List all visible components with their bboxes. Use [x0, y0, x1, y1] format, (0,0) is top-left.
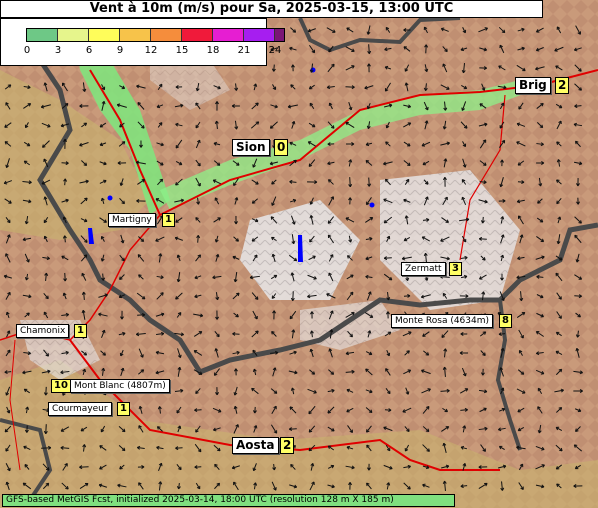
place-value-monte-rosa: 8 [499, 314, 512, 328]
legend-tick-label: 21 [237, 45, 251, 56]
wind-speed-legend: 0 3 6 9 12 15 18 21 24 [0, 18, 285, 66]
legend-colorbar [26, 28, 285, 42]
place-label-courmayeur: Courmayeur [48, 402, 112, 416]
terrain-map [0, 0, 598, 508]
place-value-courmayeur: 1 [117, 402, 130, 416]
legend-tick-label: 15 [175, 45, 189, 56]
legend-swatch [27, 29, 58, 41]
place-label-zermatt: Zermatt [401, 262, 446, 276]
legend-swatch [275, 29, 284, 41]
place-value-sion: 0 [274, 139, 289, 156]
place-value-chamonix: 1 [74, 324, 87, 338]
legend-tick-label: 18 [206, 45, 220, 56]
legend-tick-label: 3 [54, 45, 62, 56]
legend-swatch [120, 29, 151, 41]
legend-tick-label: 24 [268, 45, 282, 56]
place-value-aosta: 2 [280, 437, 295, 454]
legend-ticks: 0 3 6 9 12 15 18 21 24 [1, 45, 282, 59]
map-title: Vent à 10m (m/s) pour Sa, 2025-03-15, 13… [0, 0, 543, 18]
legend-tick-label: 6 [85, 45, 93, 56]
legend-swatch [58, 29, 89, 41]
legend-tick-label: 9 [116, 45, 124, 56]
legend-swatch [244, 29, 275, 41]
place-label-mont-blanc: Mont Blanc (4807m) [70, 379, 170, 393]
forecast-footer: GFS-based MetGIS Fcst, initialized 2025-… [2, 494, 455, 507]
place-value-martigny: 1 [162, 213, 175, 227]
legend-swatch [213, 29, 244, 41]
place-label-sion: Sion [232, 139, 270, 156]
legend-swatch [182, 29, 213, 41]
place-label-monte-rosa: Monte Rosa (4634m) [391, 314, 494, 328]
legend-tick-label: 12 [144, 45, 158, 56]
legend-swatch [151, 29, 182, 41]
legend-tick-label: 0 [23, 45, 31, 56]
place-label-martigny: Martigny [108, 213, 156, 227]
place-value-mont-blanc: 10 [51, 379, 71, 393]
place-label-chamonix: Chamonix [16, 324, 70, 338]
place-label-brig: Brig [515, 77, 551, 94]
legend-swatch [89, 29, 120, 41]
place-value-zermatt: 3 [449, 262, 462, 276]
place-value-brig: 2 [555, 77, 570, 94]
place-label-aosta: Aosta [232, 437, 279, 454]
